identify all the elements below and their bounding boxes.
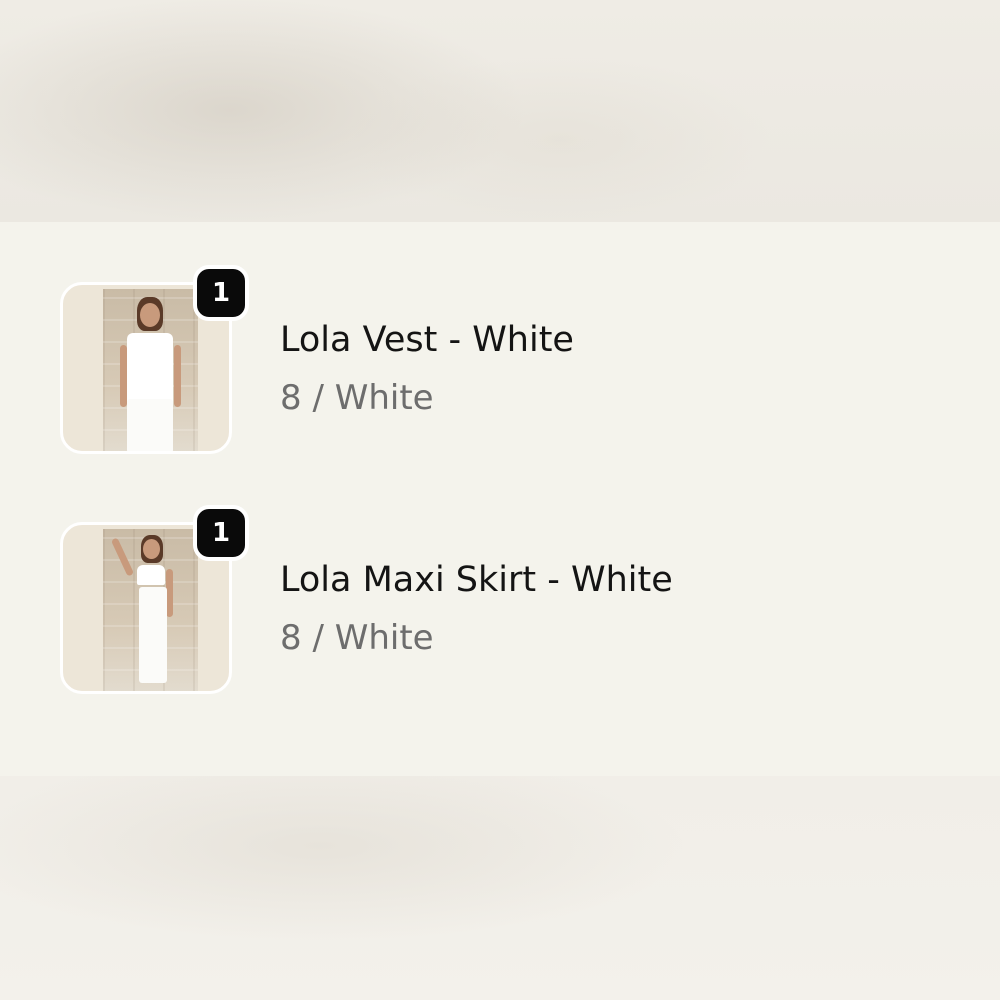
cart-items-panel: 1 Lola Vest - White 8 / White 1 Lola Max… [0,222,1000,776]
blurred-footer-background [0,776,1000,1000]
product-photo-skirt [103,529,198,691]
product-title: Lola Vest - White [280,320,574,360]
quantity-badge: 1 [193,505,249,561]
product-photo-vest [103,289,198,451]
blurred-header-background [0,0,1000,222]
product-title: Lola Maxi Skirt - White [280,560,673,600]
product-variant: 8 / White [280,618,434,658]
cart-item-lola-maxi-skirt[interactable]: 1 Lola Maxi Skirt - White 8 / White [0,505,1000,702]
product-variant: 8 / White [280,378,434,418]
cart-item-lola-vest[interactable]: 1 Lola Vest - White 8 / White [0,265,1000,462]
quantity-badge: 1 [193,265,249,321]
